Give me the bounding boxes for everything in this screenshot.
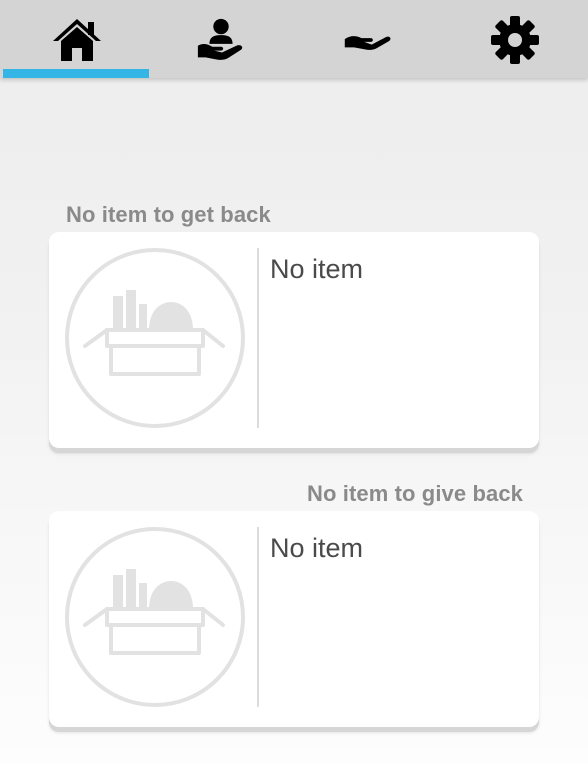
tab-give[interactable] xyxy=(294,0,441,78)
give-back-card[interactable]: No item xyxy=(49,511,539,727)
section-title-get-back: No item to get back xyxy=(66,202,271,227)
selected-tab-indicator xyxy=(3,69,149,78)
tab-home[interactable] xyxy=(3,0,150,78)
empty-box-icon xyxy=(63,525,247,709)
give-hand-icon xyxy=(342,16,394,64)
get-back-item-text: No item xyxy=(270,254,364,284)
empty-box-icon xyxy=(63,246,247,430)
gear-icon xyxy=(489,16,541,64)
home-icon xyxy=(51,16,103,64)
receive-person-icon xyxy=(195,16,247,64)
tab-settings[interactable] xyxy=(441,0,588,78)
get-back-card[interactable]: No item xyxy=(49,232,539,448)
tab-bar xyxy=(0,0,588,78)
card-divider xyxy=(257,248,259,428)
give-back-item-text: No item xyxy=(270,533,364,563)
section-title-give-back: No item to give back xyxy=(307,481,523,506)
card-divider xyxy=(257,527,259,707)
tab-receive[interactable] xyxy=(147,0,294,78)
